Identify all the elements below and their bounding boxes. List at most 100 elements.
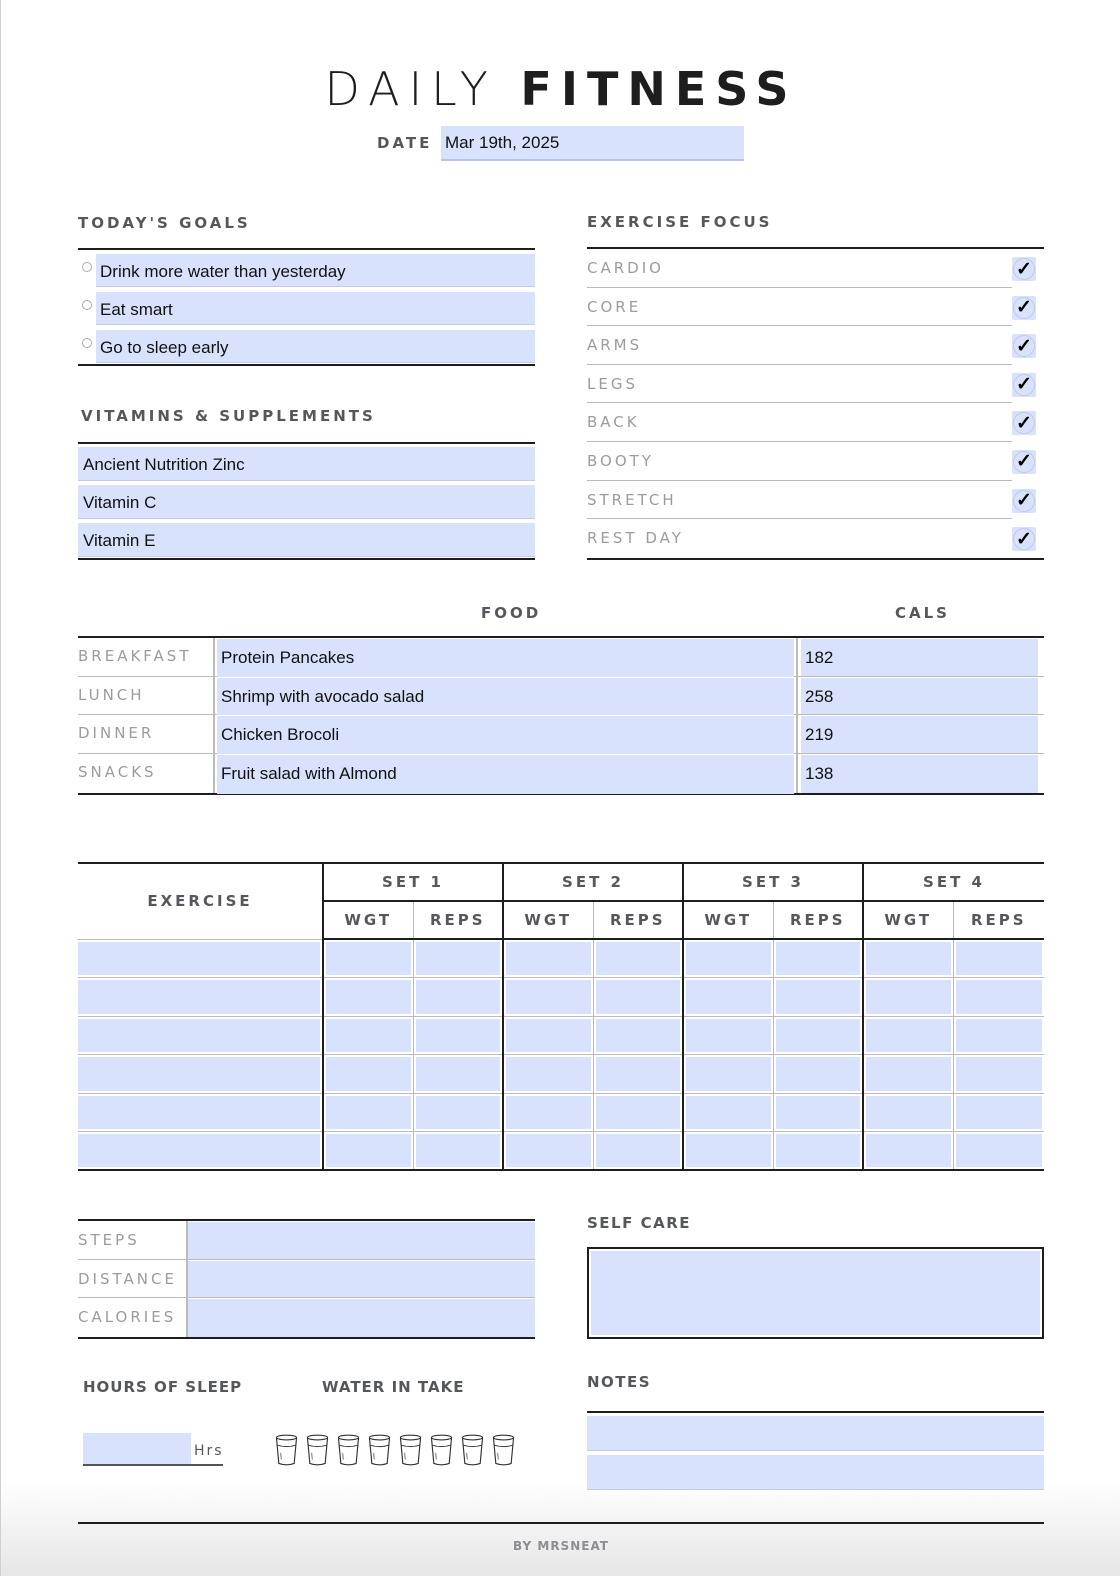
weight-field[interactable]	[866, 942, 951, 975]
water-glass-icon[interactable]	[430, 1433, 453, 1467]
distance-field[interactable]	[188, 1260, 535, 1297]
checkbox-check-icon[interactable]: ✓	[1012, 295, 1036, 320]
weight-field[interactable]	[686, 1018, 771, 1052]
reps-field[interactable]	[955, 1018, 1042, 1052]
checkbox-check-icon[interactable]: ✓	[1012, 488, 1036, 513]
reps-field[interactable]	[415, 1134, 500, 1167]
water-glass-icon[interactable]	[337, 1433, 360, 1467]
reps-field[interactable]	[775, 1057, 860, 1091]
reps-field[interactable]	[415, 1018, 500, 1052]
reps-field[interactable]	[775, 1134, 860, 1167]
weight-field[interactable]	[506, 980, 591, 1014]
cals-field[interactable]: 219	[801, 716, 1038, 754]
note-line[interactable]	[587, 1416, 1044, 1451]
reps-field[interactable]	[775, 1018, 860, 1052]
goal-radio[interactable]	[82, 262, 92, 272]
reps-field[interactable]	[955, 1057, 1042, 1091]
weight-field[interactable]	[866, 1018, 951, 1052]
note-line[interactable]	[587, 1455, 1044, 1490]
cals-field[interactable]: 138	[801, 755, 1038, 793]
weight-field[interactable]	[686, 1057, 771, 1091]
reps-field[interactable]	[775, 942, 860, 975]
food-field[interactable]: Protein Pancakes	[217, 639, 794, 677]
checkbox-check-icon[interactable]: ✓	[1012, 334, 1036, 359]
weight-field[interactable]	[686, 1095, 771, 1129]
reps-field[interactable]	[955, 1134, 1042, 1167]
water-glass-icon[interactable]	[461, 1433, 484, 1467]
goal-field[interactable]: Drink more water than yesterday	[96, 254, 535, 287]
weight-field[interactable]	[506, 1134, 591, 1167]
reps-field[interactable]	[775, 980, 860, 1014]
goal-field[interactable]: Go to sleep early	[96, 330, 535, 363]
cals-field[interactable]: 182	[801, 639, 1038, 676]
checkbox-check-icon[interactable]: ✓	[1012, 527, 1036, 552]
water-glass-icon[interactable]	[492, 1433, 515, 1467]
reps-field[interactable]	[415, 1057, 500, 1091]
date-field[interactable]: Mar 19th, 2025	[441, 126, 744, 161]
exercise-field[interactable]	[78, 1018, 320, 1052]
cals-field[interactable]: 258	[801, 677, 1038, 715]
reps-field[interactable]	[415, 942, 500, 975]
reps-field[interactable]	[775, 1095, 860, 1129]
sleep-hours-field[interactable]	[83, 1433, 191, 1464]
goal-radio[interactable]	[82, 338, 92, 348]
weight-field[interactable]	[326, 1018, 411, 1052]
weight-field[interactable]	[326, 1057, 411, 1091]
exercise-field[interactable]	[78, 1057, 320, 1091]
vitamin-field[interactable]: Vitamin C	[78, 485, 535, 519]
reps-field[interactable]	[595, 1095, 680, 1129]
reps-field[interactable]	[595, 1057, 680, 1091]
reps-header: REPS	[952, 901, 1044, 940]
water-glass-icon[interactable]	[368, 1433, 391, 1467]
steps-field[interactable]	[188, 1222, 535, 1259]
weight-field[interactable]	[506, 1095, 591, 1129]
weight-field[interactable]	[506, 1018, 591, 1052]
food-field[interactable]: Chicken Brocoli	[217, 716, 794, 755]
water-glass-icon[interactable]	[399, 1433, 422, 1467]
goal-field[interactable]: Eat smart	[96, 292, 535, 325]
focus-label: BOOTY	[587, 451, 654, 470]
reps-field[interactable]	[955, 980, 1042, 1014]
reps-field[interactable]	[415, 980, 500, 1014]
set-3-header: SET 3	[682, 863, 863, 902]
exercise-field[interactable]	[78, 980, 320, 1014]
reps-field[interactable]	[595, 1134, 680, 1167]
exercise-field[interactable]	[78, 1095, 320, 1129]
exercise-field[interactable]	[78, 941, 320, 975]
weight-field[interactable]	[326, 1134, 411, 1167]
calories-field[interactable]	[188, 1299, 535, 1337]
weight-field[interactable]	[326, 1095, 411, 1129]
weight-field[interactable]	[866, 1134, 951, 1167]
checkbox-check-icon[interactable]: ✓	[1012, 257, 1036, 281]
reps-field[interactable]	[955, 942, 1042, 975]
reps-field[interactable]	[955, 1095, 1042, 1129]
self-care-field[interactable]	[591, 1251, 1040, 1335]
weight-field[interactable]	[326, 980, 411, 1014]
weight-field[interactable]	[866, 980, 951, 1014]
reps-field[interactable]	[415, 1095, 500, 1129]
checkbox-check-icon[interactable]: ✓	[1012, 411, 1036, 436]
exercise-field[interactable]	[78, 1134, 320, 1167]
weight-field[interactable]	[686, 980, 771, 1014]
weight-field[interactable]	[326, 942, 411, 975]
checkbox-check-icon[interactable]: ✓	[1012, 449, 1036, 474]
weight-field[interactable]	[506, 942, 591, 975]
weight-field[interactable]	[506, 1057, 591, 1091]
food-field[interactable]: Shrimp with avocado salad	[217, 677, 794, 716]
vitamin-field[interactable]: Ancient Nutrition Zinc	[78, 447, 535, 481]
reps-header: REPS	[772, 901, 863, 940]
weight-field[interactable]	[866, 1057, 951, 1091]
goals-list: Drink more water than yesterday Eat smar…	[78, 248, 535, 366]
checkbox-check-icon[interactable]: ✓	[1012, 372, 1036, 397]
food-field[interactable]: Fruit salad with Almond	[217, 755, 794, 794]
goal-radio[interactable]	[82, 300, 92, 310]
vitamin-field[interactable]: Vitamin E	[78, 523, 535, 557]
reps-field[interactable]	[595, 942, 680, 975]
reps-field[interactable]	[595, 1018, 680, 1052]
weight-field[interactable]	[686, 942, 771, 975]
weight-field[interactable]	[686, 1134, 771, 1167]
water-glass-icon[interactable]	[306, 1433, 329, 1467]
water-glass-icon[interactable]	[275, 1433, 298, 1467]
weight-field[interactable]	[866, 1095, 951, 1129]
reps-field[interactable]	[595, 980, 680, 1014]
